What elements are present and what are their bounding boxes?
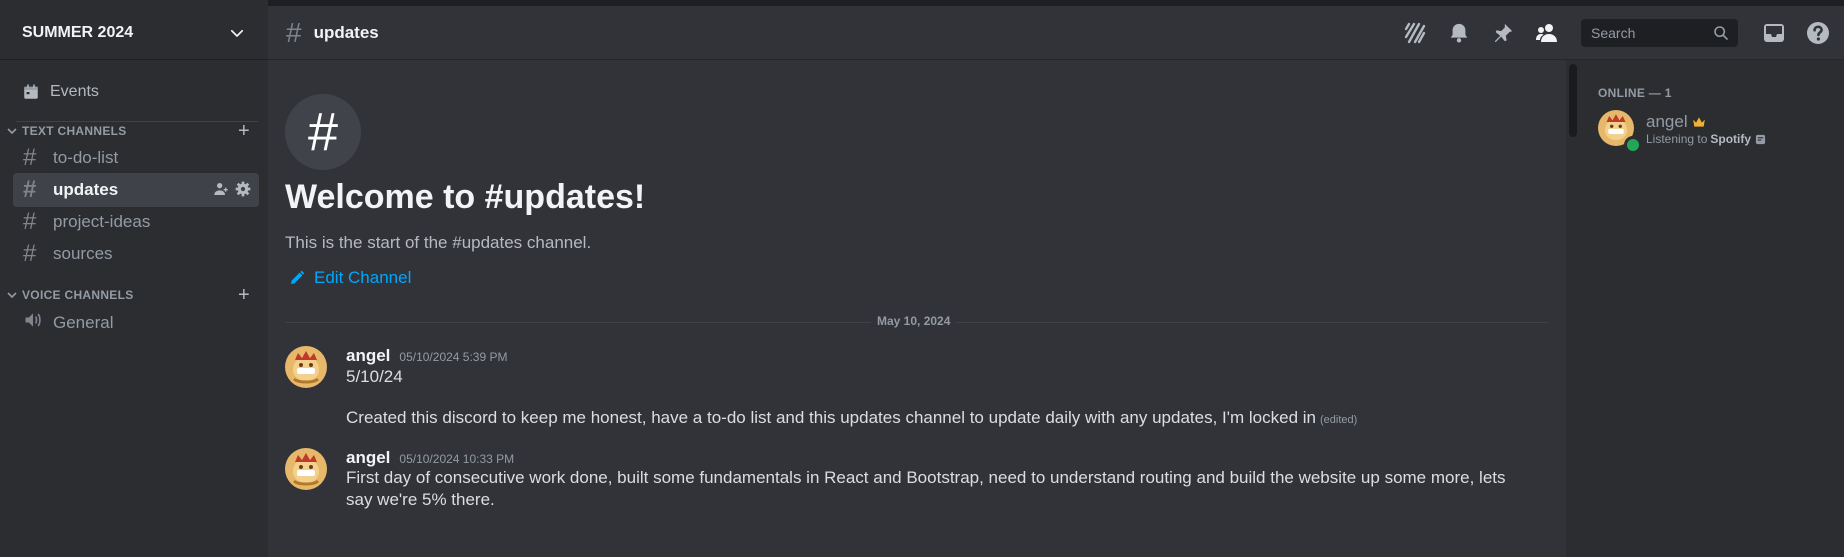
events-label: Events	[50, 83, 99, 100]
bell-icon[interactable]	[1447, 21, 1471, 45]
channel-name: project-ideas	[53, 212, 151, 231]
events-item[interactable]: Events	[14, 76, 258, 108]
chat-scrollbar-thumb[interactable]	[1569, 64, 1577, 137]
channel-tools	[213, 181, 251, 197]
channel-sidebar: SUMMER 2024 Events TEXT CHANNELS + # to-…	[0, 0, 268, 557]
calendar-icon	[24, 84, 38, 99]
chevron-down-icon	[7, 292, 17, 299]
sidebar-item-updates[interactable]: # updates	[13, 173, 259, 207]
members-icon[interactable]	[1535, 21, 1559, 45]
category-label: TEXT CHANNELS	[22, 124, 127, 138]
edit-channel-link[interactable]: Edit Channel	[289, 268, 411, 288]
search-icon	[1714, 26, 1728, 40]
message-timestamp: 05/10/2024 5:39 PM	[399, 350, 508, 364]
hash-icon: #	[23, 144, 37, 171]
search-box[interactable]	[1581, 19, 1738, 47]
message-author[interactable]: angel	[346, 346, 390, 366]
message-header: angel 05/10/2024 5:39 PM	[346, 346, 508, 366]
message-text: First day of consecutive work done, buil…	[346, 468, 1506, 487]
welcome-subtitle: This is the start of the #updates channe…	[285, 233, 592, 252]
member-name-row: angel	[1646, 112, 1706, 132]
inbox-icon[interactable]	[1762, 21, 1786, 45]
message-text-body: Created this discord to keep me honest, …	[346, 408, 1316, 427]
channel-hash-icon: #	[285, 94, 361, 170]
message-header: angel 05/10/2024 10:33 PM	[346, 448, 514, 468]
category-text-channels[interactable]: TEXT CHANNELS +	[6, 120, 258, 143]
sidebar-item-to-do-list[interactable]: # to-do-list	[13, 141, 259, 175]
discord-app: SUMMER 2024 Events TEXT CHANNELS + # to-…	[0, 0, 1844, 557]
member-activity: Listening to Spotify	[1646, 132, 1766, 146]
category-voice-channels[interactable]: VOICE CHANNELS +	[6, 284, 258, 307]
edited-tag: (edited)	[1320, 414, 1358, 426]
pin-icon[interactable]	[1491, 21, 1515, 45]
message: angel 05/10/2024 5:39 PM 5/10/24 Created…	[285, 346, 1545, 436]
sidebar-item-general-voice[interactable]: General	[13, 306, 259, 340]
member-item[interactable]: angel Listening to Spotify	[1598, 110, 1838, 154]
welcome-title: Welcome to #updates!	[285, 178, 646, 216]
add-channel-button[interactable]: +	[234, 120, 254, 143]
channel-name: General	[53, 313, 114, 332]
server-name: SUMMER 2024	[22, 23, 134, 41]
message-text: Created this discord to keep me honest, …	[346, 406, 1357, 432]
channel-title: updates	[313, 22, 379, 42]
category-label: VOICE CHANNELS	[22, 288, 134, 302]
header-toolbar	[1383, 6, 1844, 60]
channel-name: sources	[53, 244, 113, 263]
hash-icon: #	[23, 208, 37, 235]
threads-icon[interactable]	[1403, 21, 1427, 45]
channel-name: to-do-list	[53, 148, 119, 167]
message-author[interactable]: angel	[346, 448, 390, 468]
member-avatar	[1598, 110, 1642, 154]
message-timestamp: 05/10/2024 10:33 PM	[399, 452, 515, 466]
search-input[interactable]	[1589, 24, 1713, 42]
chevron-down-icon	[230, 29, 244, 37]
activity-prefix: Listening to	[1646, 132, 1708, 146]
rich-presence-icon	[1755, 134, 1766, 144]
member-list: ONLINE — 1 angel Listening to Spotify	[1580, 60, 1844, 557]
add-channel-button[interactable]: +	[234, 284, 254, 307]
gear-icon[interactable]	[235, 181, 251, 197]
activity-app: Spotify	[1710, 132, 1752, 146]
help-icon[interactable]	[1806, 21, 1830, 45]
hash-icon: #	[286, 16, 302, 48]
member-name: angel	[1646, 112, 1688, 131]
online-status-dot	[1624, 136, 1642, 154]
sidebar-item-project-ideas[interactable]: # project-ideas	[13, 205, 259, 239]
channel-header: # updates	[268, 6, 1844, 60]
avatar[interactable]	[285, 448, 327, 490]
chevron-down-icon	[7, 128, 17, 135]
pencil-icon	[291, 270, 305, 284]
date-divider-label: May 10, 2024	[871, 314, 957, 328]
message-text: say we're 5% there.	[346, 490, 495, 509]
crown-icon	[1692, 117, 1705, 127]
hash-icon: #	[23, 240, 37, 267]
sidebar-item-sources[interactable]: # sources	[13, 237, 259, 271]
channel-name: updates	[53, 180, 119, 199]
message-text: 5/10/24	[346, 367, 403, 386]
edit-channel-label: Edit Channel	[314, 268, 412, 287]
avatar[interactable]	[285, 346, 327, 388]
message: angel 05/10/2024 10:33 PM First day of c…	[285, 448, 1545, 518]
server-header[interactable]: SUMMER 2024	[0, 6, 268, 60]
chat-area: # Welcome to #updates! This is the start…	[268, 60, 1566, 557]
hash-icon: #	[23, 176, 37, 203]
speaker-icon	[23, 309, 53, 337]
online-header: ONLINE — 1	[1598, 86, 1672, 100]
add-member-icon[interactable]	[213, 181, 229, 197]
